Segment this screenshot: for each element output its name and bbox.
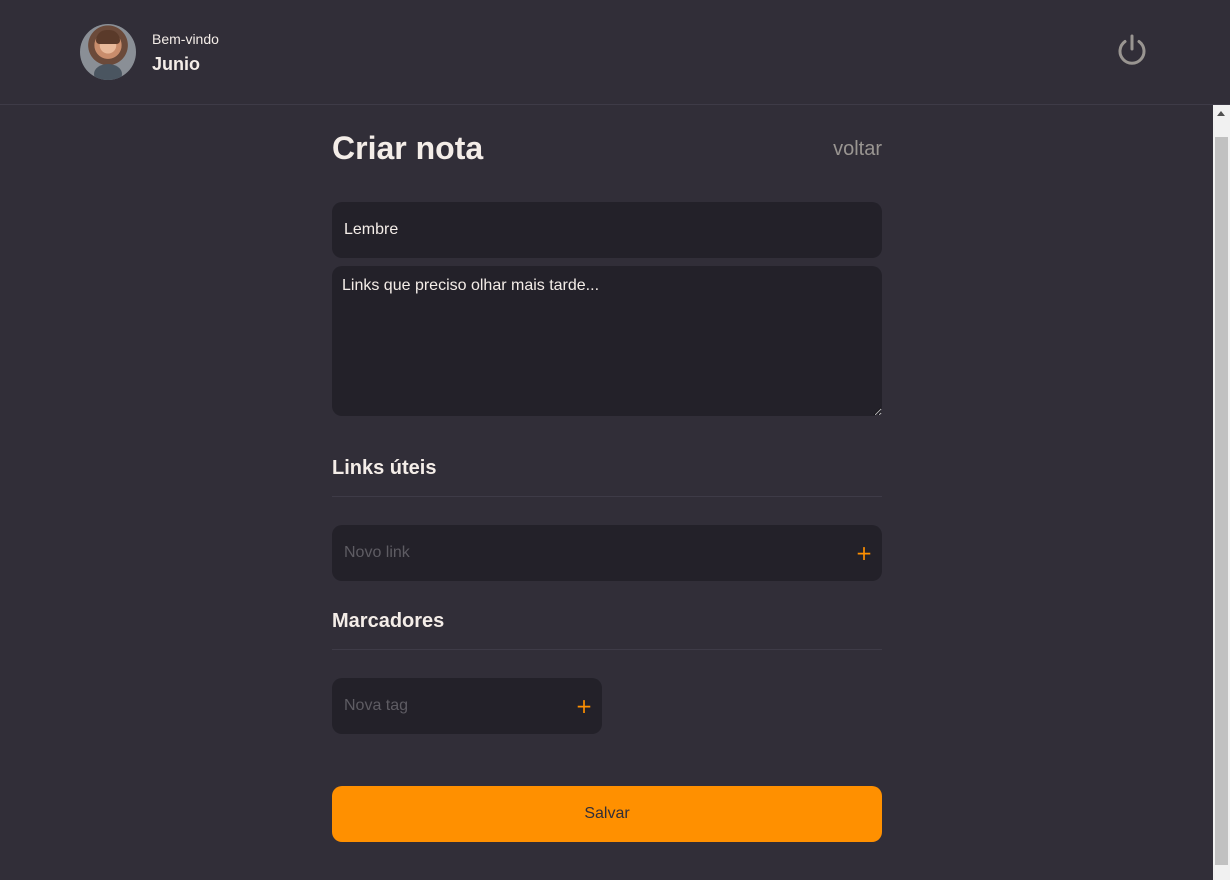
user-profile[interactable]: Bem-vindo Junio [80,24,219,80]
back-link[interactable]: voltar [833,137,882,161]
scrollbar-thumb[interactable] [1215,137,1228,865]
new-tag-item: + [332,678,602,734]
note-description-textarea[interactable]: Links que preciso olhar mais tarde... [332,266,882,416]
welcome-label: Bem-vindo [152,30,219,47]
save-button[interactable]: Salvar [332,786,882,842]
user-name[interactable]: Junio [152,53,219,75]
avatar[interactable] [80,24,136,80]
new-tag-input[interactable] [332,678,566,734]
new-link-input[interactable] [332,525,846,581]
add-tag-button[interactable]: + [566,678,602,734]
page-header: Criar nota voltar [332,129,882,169]
plus-icon: + [855,541,873,565]
add-link-button[interactable]: + [846,525,882,581]
links-section-title: Links úteis [332,456,882,497]
power-icon[interactable] [1114,32,1150,68]
welcome-block: Bem-vindo Junio [152,30,219,75]
note-title-input[interactable] [332,202,882,258]
app-header: Bem-vindo Junio [0,0,1230,105]
new-link-item: + [332,525,882,581]
plus-icon: + [575,694,593,718]
page-title: Criar nota [332,130,484,166]
scroll-up-arrow-icon[interactable] [1213,105,1230,122]
scrollbar[interactable] [1213,105,1230,880]
tags-section-title: Marcadores [332,609,882,650]
